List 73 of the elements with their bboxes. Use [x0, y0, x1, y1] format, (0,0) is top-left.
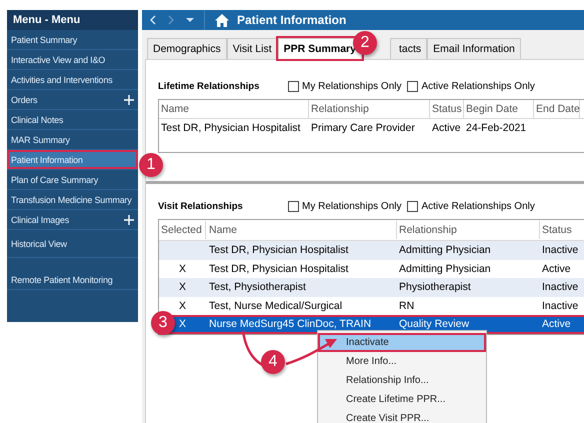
table-cell-text: Inactive [541, 244, 580, 256]
menu-item[interactable]: Remote Patient Monitoring [7, 270, 138, 290]
tab[interactable]: PPR Summary [278, 38, 362, 59]
checkbox-label: Active Relationships Only [421, 200, 535, 212]
checkbox[interactable] [288, 200, 299, 212]
checkbox[interactable] [407, 200, 418, 212]
menu-item[interactable]: Plan of Care Summary [7, 170, 138, 190]
table-cell-text: Active [541, 262, 572, 275]
plus-icon[interactable] [124, 94, 134, 104]
checkbox[interactable] [407, 80, 418, 92]
table-cell-text: Test DR, Physician Hospitalist [208, 262, 350, 275]
menu-item[interactable]: Clinical Images [7, 210, 138, 230]
table-cell-text: Test, Physiotherapist [208, 281, 307, 294]
menu-item[interactable]: Historical View [7, 230, 138, 258]
column-header[interactable]: Selected [159, 221, 206, 239]
table-cell-text: 24-Feb-2021 [465, 122, 528, 134]
column-header[interactable]: Status [430, 100, 464, 118]
table-cell-text: Inactive [541, 281, 580, 294]
column-header[interactable]: Relationship [309, 100, 430, 118]
section-title: Visit Relationships [158, 200, 244, 212]
table-cell: X [178, 262, 186, 275]
tab[interactable]: tacts [390, 38, 428, 59]
checkbox-label: Active Relationships Only [421, 80, 535, 92]
menu-item[interactable]: Orders [7, 90, 138, 110]
table-cell-text: Test DR, Physician Hospitalist [208, 244, 350, 256]
column-header[interactable]: Name [159, 100, 309, 118]
table-cell: X [178, 318, 186, 330]
table-cell-text: Primary Care Provider [310, 122, 416, 134]
menu-title: Menu - Menu [7, 10, 138, 30]
table-cell-text: Active [431, 122, 462, 134]
table-cell-text: Admitting Physician [398, 244, 492, 256]
checkbox[interactable] [288, 80, 299, 92]
menu-item[interactable]: Inactivate [318, 333, 486, 352]
menu-item[interactable]: Relationship Info... [318, 371, 486, 390]
menu-item[interactable]: More Info... [318, 352, 486, 371]
table-row[interactable]: X Test DR, Physician Hospitalist Admitting Physician Active [159, 260, 584, 278]
table-cell-text: Test, Nurse Medical/Surgical [208, 300, 344, 312]
table-row[interactable]: X Test, Physiotherapist Physiotherapist Inactive [159, 278, 584, 296]
caret-icon[interactable] [186, 18, 194, 22]
table-cell-text: Quality Review [398, 318, 470, 330]
menu-item[interactable]: Transfusion Medicine Summary [7, 190, 138, 210]
table-cell-text: Physiotherapist [398, 281, 472, 294]
table-cell: X [178, 281, 186, 294]
table-cell-text: Inactive [541, 300, 580, 312]
plus-icon[interactable] [124, 214, 134, 224]
menu-item[interactable]: Create Visit PPR... [318, 409, 486, 423]
table-cell-text: RN [398, 300, 416, 312]
checkbox-label: My Relationships Only [302, 80, 402, 92]
menu-item[interactable]: Patient Information [7, 150, 138, 170]
column-header[interactable]: Name [206, 221, 397, 239]
menu-item[interactable]: Activities and Interventions [7, 70, 138, 90]
column-header[interactable]: Begin Date [464, 100, 534, 118]
table-cell-text: Nurse MedSurg45 ClinDoc, TRAIN [208, 318, 372, 330]
table-row[interactable]: Test DR, Physician Hospitalist Admitting Physician Inactive [159, 241, 584, 260]
tab[interactable]: Email Information [427, 38, 521, 59]
tab[interactable]: Visit List [226, 38, 278, 59]
menu-item[interactable]: Patient Summary [7, 30, 138, 50]
table-cell-text: Test DR, Physician Hospitalist [160, 122, 302, 134]
menu-item[interactable]: Interactive View and I&O [7, 50, 138, 70]
menu-item[interactable]: Create Lifetime PPR... [318, 390, 486, 409]
column-header[interactable]: Relationship [397, 221, 540, 239]
table-cell: X [178, 300, 186, 312]
column-header[interactable]: End Date [534, 100, 580, 118]
column-header[interactable]: Status [540, 221, 584, 239]
menu-item[interactable]: Clinical Notes [7, 110, 138, 130]
page-title: Patient Information [237, 13, 346, 27]
checkbox-label: My Relationships Only [302, 200, 402, 212]
tab[interactable]: Demographics [147, 38, 227, 59]
back-icon[interactable] [150, 15, 156, 25]
table-cell-text: Active [541, 318, 572, 330]
home-icon[interactable] [215, 14, 229, 26]
section-title: Lifetime Relationships [158, 80, 260, 92]
table-cell-text: Admitting Physician [398, 262, 492, 275]
